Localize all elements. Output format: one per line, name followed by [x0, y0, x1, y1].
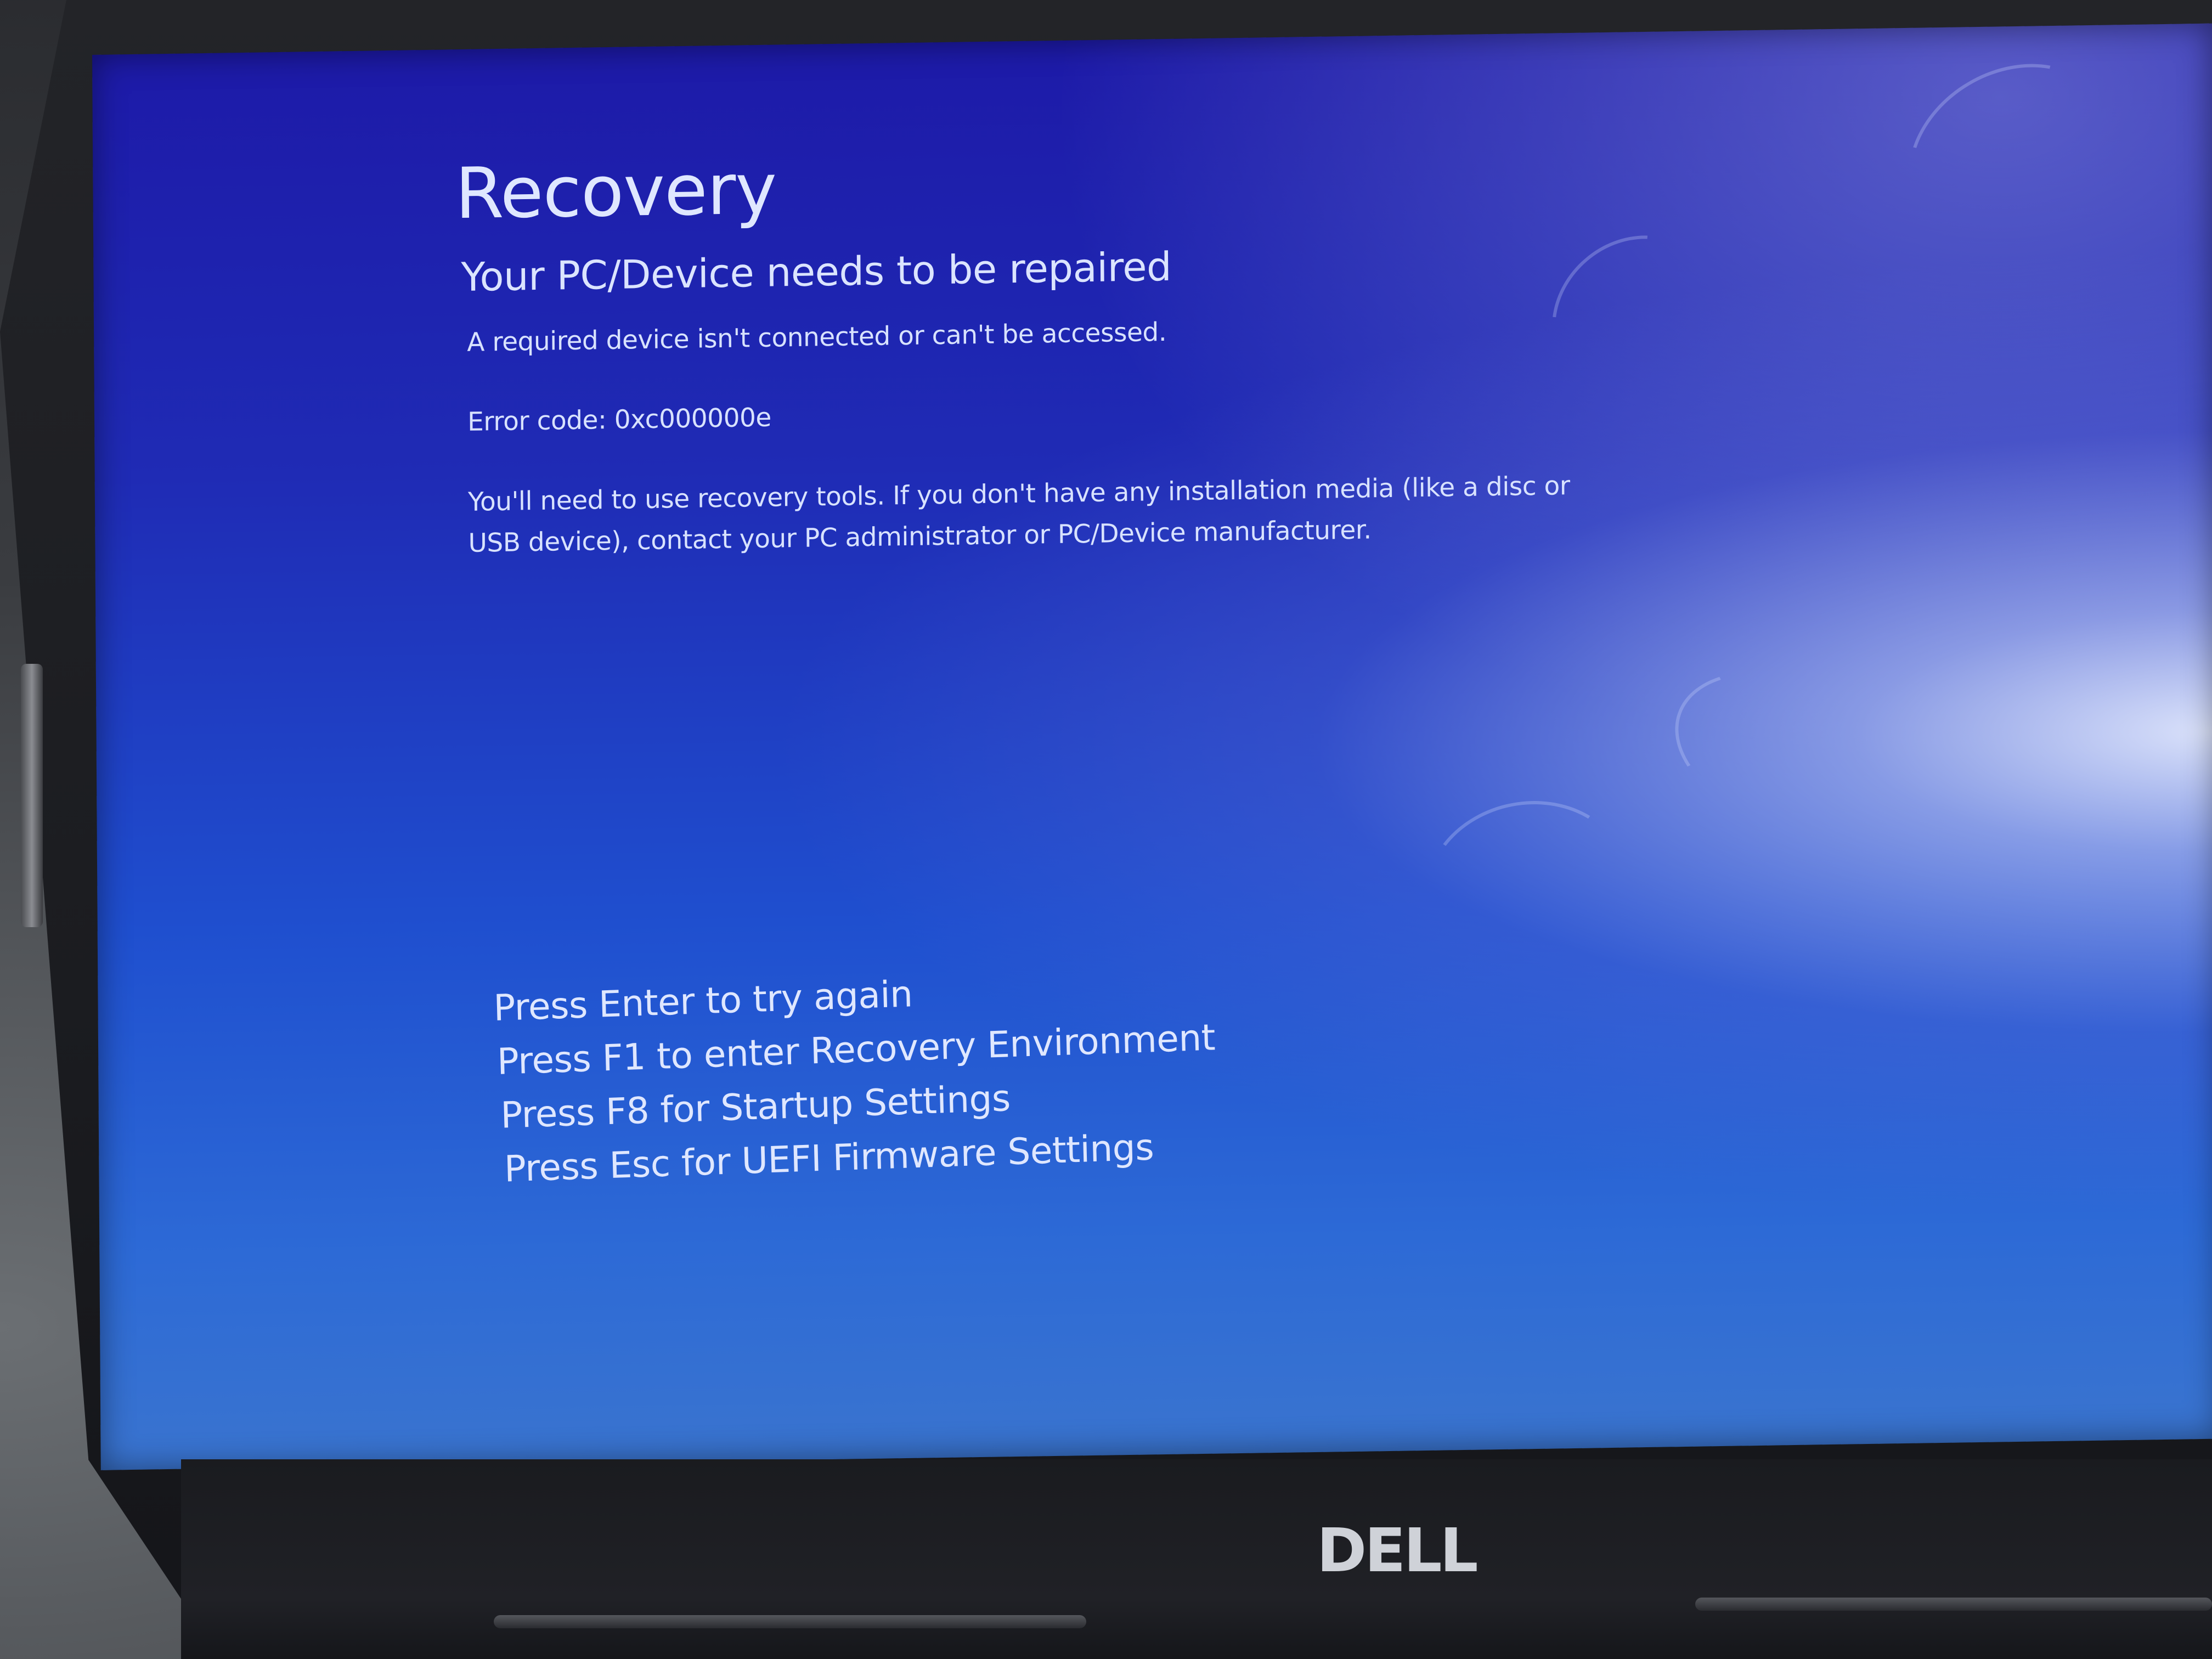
laptop-hinge: [494, 1615, 1086, 1628]
screen-smudge: [1411, 783, 1643, 991]
recovery-message-block: Recovery Your PC/Device needs to be repa…: [455, 136, 1664, 565]
page-title: Recovery: [455, 148, 777, 235]
dell-logo: DELL: [1317, 1515, 1479, 1585]
recovery-screen: Recovery Your PC/Device needs to be repa…: [92, 23, 2212, 1470]
error-description: A required device isn't connected or can…: [467, 317, 1167, 358]
laptop-bottom-bezel: [181, 1459, 2212, 1659]
laptop-hinge: [1695, 1598, 2212, 1611]
laptop-side-edge: [21, 664, 43, 927]
page-subtitle: Your PC/Device needs to be repaired: [461, 244, 1172, 301]
error-code: Error code: 0xc000000e: [467, 403, 772, 438]
recovery-tools-message: You'll need to use recovery tools. If yo…: [467, 470, 1570, 558]
recovery-options-list: Press Enter to try again Press F1 to ent…: [493, 957, 1218, 1197]
screen-smudge: [1875, 27, 2147, 285]
screen-smudge: [1652, 642, 1927, 861]
